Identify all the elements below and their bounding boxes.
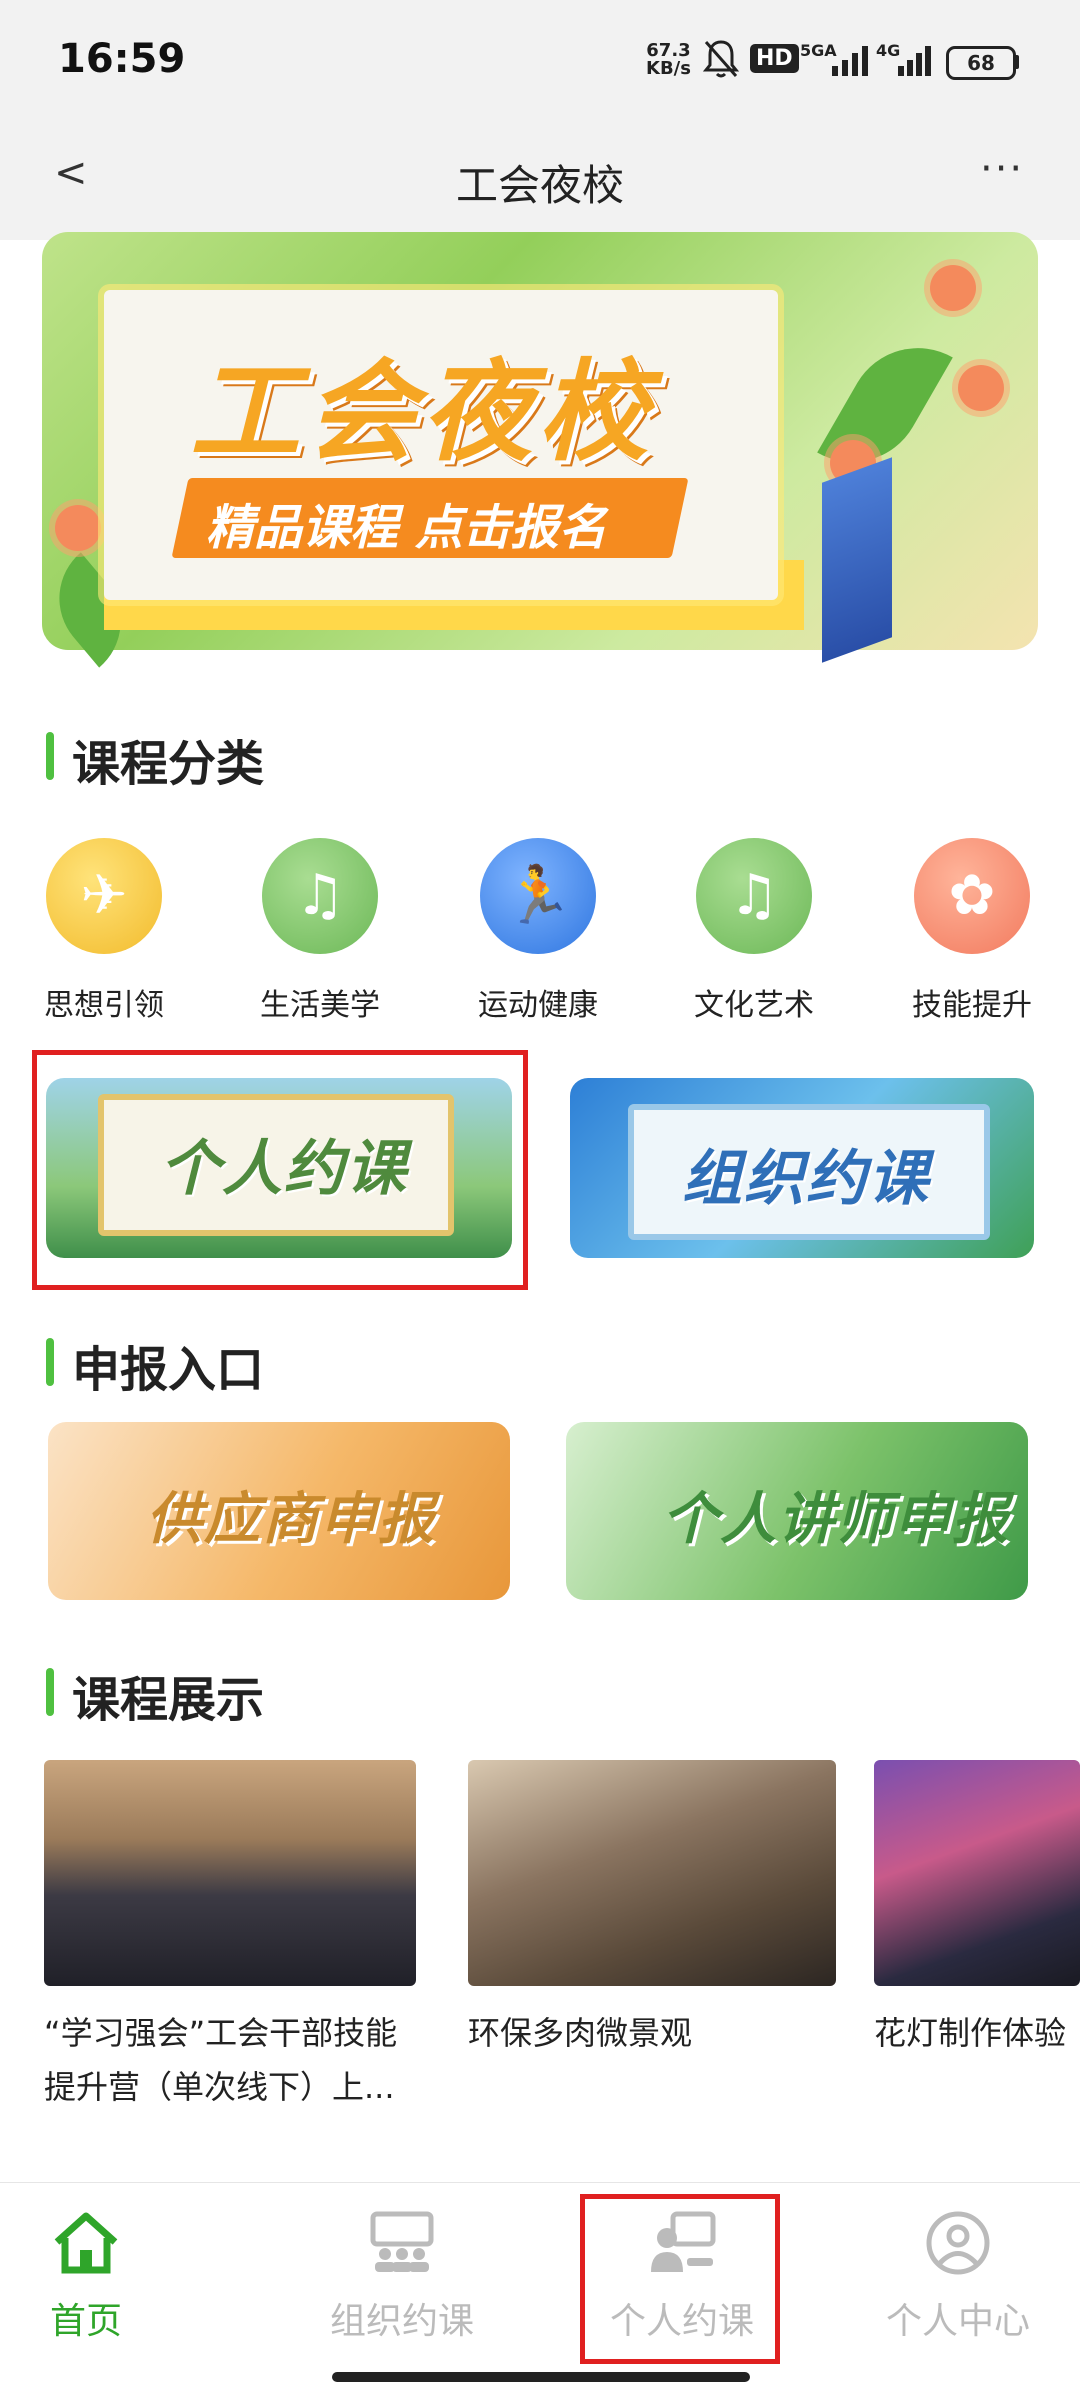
page-title: 工会夜校 <box>455 161 624 210</box>
organization-booking-card[interactable]: 组织约课 <box>570 1078 1034 1258</box>
nav-personal-booking[interactable]: 个人约课 <box>582 2210 782 2344</box>
nav-home[interactable]: 首页 <box>0 2210 186 2344</box>
lecturer-apply-label: 个人讲师申报 <box>662 1487 1010 1552</box>
bell-muted-icon <box>702 40 740 78</box>
paper-plane-icon: ✈ <box>46 838 162 954</box>
category-label: 运动健康 <box>478 988 598 1023</box>
category-item[interactable]: ✿ 技能提升 <box>912 838 1032 1024</box>
category-item[interactable]: ✈ 思想引领 <box>44 838 164 1024</box>
book-decoration <box>822 457 892 663</box>
status-time: 16:59 <box>58 36 186 82</box>
signal-5g-icon: 5GA <box>800 41 868 76</box>
network-speed: 67.3 KB/s <box>646 42 691 78</box>
guitar-icon: ♫ <box>262 838 378 954</box>
organization-booking-label: 组织约课 <box>682 1144 930 1214</box>
category-label: 生活美学 <box>260 988 380 1023</box>
supplier-apply-card[interactable]: 供应商申报 <box>48 1422 510 1600</box>
lecturer-apply-card[interactable]: 个人讲师申报 <box>566 1422 1028 1600</box>
home-indicator[interactable] <box>332 2372 750 2382</box>
section-title-categories: 课程分类 <box>72 736 265 792</box>
nav-profile[interactable]: 个人中心 <box>858 2210 1058 2344</box>
course-card[interactable]: “学习强会”工会干部技能提升营（单次线下）上... <box>44 1760 416 2114</box>
user-profile-icon <box>926 2211 990 2275</box>
section-accent <box>46 1668 54 1716</box>
runner-icon: 🏃 <box>480 838 596 954</box>
signal-4g-label: 4G <box>876 41 900 60</box>
course-photo <box>874 1760 1080 1986</box>
category-label: 技能提升 <box>912 988 1032 1023</box>
flower-decoration <box>55 505 101 551</box>
more-menu-button[interactable]: ··· <box>980 146 1024 192</box>
category-label: 思想引领 <box>44 988 164 1023</box>
nav-profile-label: 个人中心 <box>885 2301 1030 2342</box>
flower-decoration <box>930 265 976 311</box>
nav-home-label: 首页 <box>49 2301 122 2342</box>
course-card[interactable]: 环保多肉微景观 <box>468 1760 836 2060</box>
battery-indicator: 68 <box>946 46 1016 80</box>
signal-5g-label: 5GA <box>800 41 837 60</box>
course-title: 花灯制作体验 <box>874 2014 1067 2052</box>
category-label: 文化艺术 <box>694 988 814 1023</box>
battery-cap <box>1014 55 1019 69</box>
personal-class-icon <box>651 2211 716 2272</box>
section-title-showcase: 课程展示 <box>72 1672 265 1728</box>
category-item[interactable]: ♫ 生活美学 <box>260 838 380 1024</box>
hd-badge: HD <box>750 44 799 73</box>
guitar-icon: ♫ <box>696 838 812 954</box>
personal-booking-label: 个人约课 <box>160 1134 408 1204</box>
nav-org-booking[interactable]: 组织约课 <box>302 2210 502 2344</box>
flower-decoration <box>958 365 1004 411</box>
personal-booking-card[interactable]: 个人约课 <box>46 1078 512 1258</box>
banner-subtitle: 精品课程 点击报名 <box>206 500 607 556</box>
section-title-apply: 申报入口 <box>72 1342 265 1398</box>
section-accent <box>46 732 54 780</box>
section-accent <box>46 1338 54 1386</box>
course-title: “学习强会”工会干部技能提升营（单次线下）上... <box>44 2014 398 2106</box>
group-class-icon <box>370 2211 434 2272</box>
course-title: 环保多肉微景观 <box>468 2014 693 2052</box>
banner-title: 工会夜校 <box>190 348 654 476</box>
category-item[interactable]: 🏃 运动健康 <box>478 838 598 1024</box>
butterfly-icon: ✿ <box>914 838 1030 954</box>
supplier-apply-label: 供应商申报 <box>146 1487 436 1552</box>
course-photo <box>468 1760 836 1986</box>
signal-4g-icon: 4G <box>876 41 931 76</box>
home-icon <box>54 2212 118 2274</box>
course-photo <box>44 1760 416 1986</box>
nav-personal-booking-label: 个人约课 <box>609 2301 754 2342</box>
course-card[interactable]: 花灯制作体验 <box>874 1760 1080 2060</box>
nav-org-booking-label: 组织约课 <box>329 2301 474 2342</box>
network-speed-unit: KB/s <box>646 58 691 79</box>
category-item[interactable]: ♫ 文化艺术 <box>694 838 814 1024</box>
